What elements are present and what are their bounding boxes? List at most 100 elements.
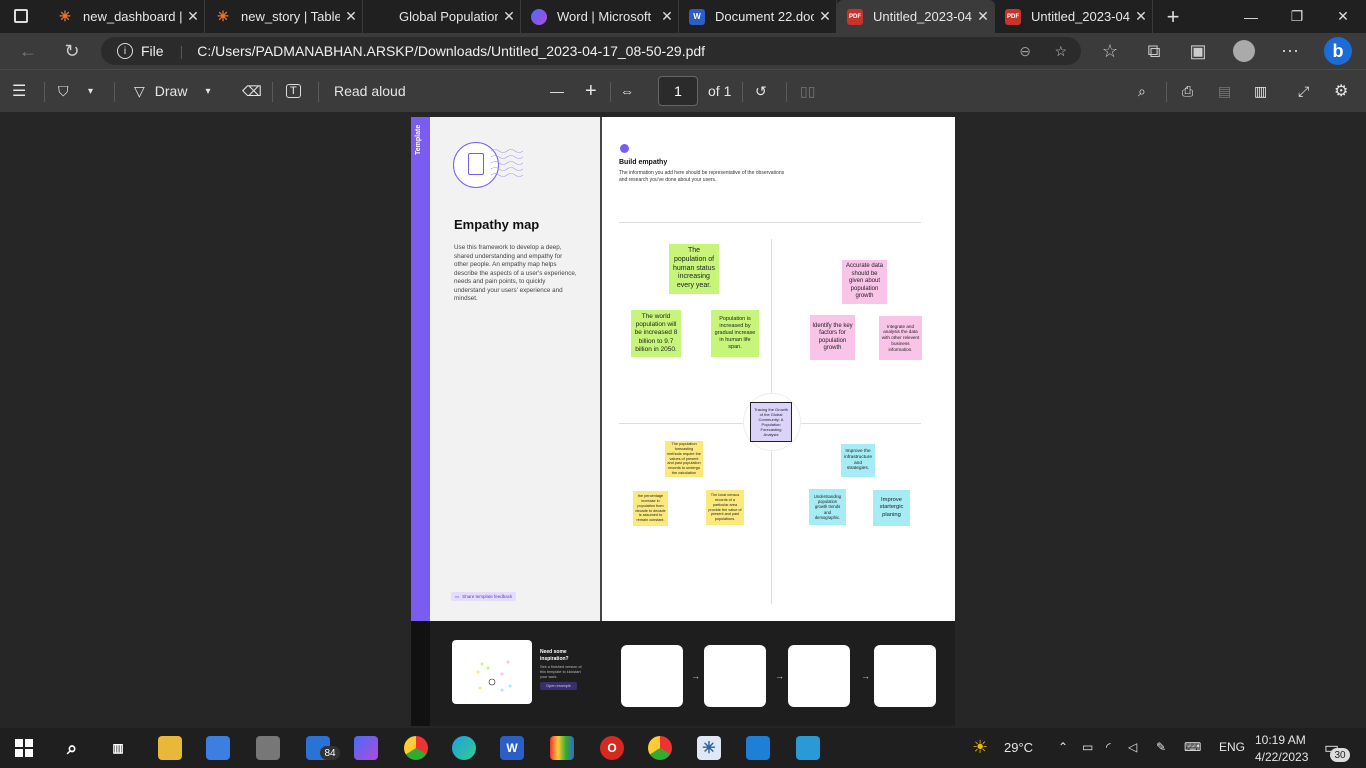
close-icon[interactable]: ✕	[814, 8, 836, 25]
clock-date[interactable]: 4/22/2023	[1255, 750, 1308, 764]
pdf-toolbar: ☰ ⛉ ▾ ▽ Draw ▾ ⌫ T Read aloud — + ⇔ of 1…	[0, 69, 1366, 112]
minimize-icon[interactable]: —	[1228, 0, 1274, 33]
opera-icon[interactable]: O	[600, 736, 624, 760]
volume-icon[interactable]: ◁	[1128, 740, 1137, 754]
store-icon[interactable]	[206, 736, 230, 760]
collections-icon[interactable]: ⧉	[1142, 39, 1166, 63]
section-title: Build empathy	[619, 159, 668, 166]
tab-bar: ✳ new_dashboard | ✕ ✳ new_story | Table …	[0, 0, 1366, 33]
search-icon[interactable]: ⌕	[1138, 80, 1146, 102]
url-field[interactable]: i File | C:/Users/PADMANABHAN.ARSKP/Down…	[101, 37, 1081, 65]
close-icon[interactable]: ✕	[1130, 8, 1152, 25]
sticky-note: Improve startergic planing	[873, 490, 910, 526]
save-icon[interactable]: ▤	[1218, 80, 1231, 102]
tab-title: new_dashboard |	[83, 9, 182, 24]
zoom-icon[interactable]: ⊖	[1019, 43, 1031, 60]
vscode-icon[interactable]	[746, 736, 770, 760]
keyboard-icon[interactable]: ⌨	[1184, 740, 1201, 754]
tab-title: Word | Microsoft	[557, 9, 652, 24]
settings-icon[interactable]: ⚙	[1334, 80, 1348, 102]
tab-document-22[interactable]: W Document 22.doc ✕	[679, 0, 837, 33]
avatar[interactable]	[1232, 39, 1256, 63]
search-icon[interactable]: ⌕	[60, 736, 84, 760]
close-window-icon[interactable]: ✕	[1320, 0, 1366, 33]
info-icon[interactable]: i	[117, 43, 133, 59]
chrome-icon[interactable]	[404, 736, 428, 760]
battery-icon[interactable]: ▭	[1082, 740, 1093, 754]
close-icon[interactable]: ✕	[972, 8, 994, 25]
back-icon[interactable]: ←	[16, 39, 40, 63]
tableau-icon[interactable]: ✳	[697, 736, 721, 760]
weather-icon[interactable]: ☀	[972, 737, 988, 758]
side-tab-label: Template	[415, 124, 422, 155]
eraser-icon[interactable]: ⌫	[242, 80, 262, 102]
page-total: of 1	[708, 83, 732, 99]
page-number-input[interactable]	[658, 76, 698, 106]
tableau-icon: ✳	[59, 8, 71, 24]
chrome-profile-icon[interactable]	[648, 736, 672, 760]
inspiration-text: See a finished version of this template …	[540, 665, 582, 679]
close-icon[interactable]: ✕	[340, 8, 362, 25]
pen-icon[interactable]: ✎	[1156, 740, 1166, 754]
tab-word-microsoft[interactable]: Word | Microsoft ✕	[521, 0, 679, 33]
save-as-icon[interactable]: ▥	[1254, 80, 1267, 102]
section-dot-icon	[620, 144, 629, 153]
file-explorer-icon[interactable]	[158, 736, 182, 760]
tab-global-population[interactable]: Global Population ✕	[363, 0, 521, 33]
print-icon[interactable]: ⎙	[1182, 80, 1193, 102]
draw-icon: ▽	[134, 82, 145, 99]
bing-icon[interactable]: b	[1324, 37, 1352, 65]
tab-untitled-pdf-active[interactable]: PDF Untitled_2023-04 ✕	[837, 0, 995, 33]
example-thumbnail[interactable]	[452, 640, 532, 704]
tab-title: Global Population	[399, 9, 498, 24]
favorites-icon[interactable]: ☆	[1098, 39, 1122, 63]
zoom-in-icon[interactable]: +	[585, 80, 597, 102]
chevron-up-icon[interactable]: ⌃	[1058, 740, 1068, 754]
fit-page-icon[interactable]: ⇔	[620, 80, 634, 102]
split-screen-icon[interactable]: ▣	[1186, 39, 1210, 63]
camera-icon[interactable]	[256, 736, 280, 760]
word-icon[interactable]: W	[500, 736, 524, 760]
copilot-icon[interactable]	[354, 736, 378, 760]
clock-time[interactable]: 10:19 AM	[1255, 733, 1306, 747]
favorite-add-icon[interactable]: ☆	[1054, 43, 1067, 60]
multicolor-app-icon[interactable]	[550, 736, 574, 760]
highlight-icon[interactable]: ⛉	[58, 80, 69, 102]
photos-icon[interactable]	[796, 736, 820, 760]
close-icon[interactable]: ✕	[656, 8, 678, 25]
tab-new-dashboard[interactable]: ✳ new_dashboard | ✕	[47, 0, 205, 33]
notification-badge: 30	[1330, 748, 1350, 762]
taskbar: ⌕ ▥ 84 W O ✳ ☀ 29°C ⌃ ▭ ◜ ◁ ✎ ⌨ ENG 10:1…	[0, 728, 1366, 768]
temperature[interactable]: 29°C	[1004, 740, 1033, 755]
refresh-icon[interactable]: ↻	[60, 39, 84, 63]
contents-icon[interactable]: ☰	[12, 80, 26, 102]
read-aloud-button[interactable]: Read aloud	[334, 80, 406, 102]
divider	[619, 222, 921, 223]
language-indicator[interactable]: ENG	[1219, 740, 1245, 754]
text-icon[interactable]: T	[286, 80, 301, 102]
wifi-icon[interactable]: ◜	[1106, 740, 1111, 754]
feedback-link[interactable]: ▭ Share template feedback	[451, 592, 517, 601]
zoom-out-icon[interactable]: —	[550, 80, 564, 102]
windows-start-icon[interactable]	[12, 736, 36, 760]
powerbi-icon	[373, 9, 389, 25]
edge-icon[interactable]	[452, 736, 476, 760]
close-icon[interactable]: ✕	[498, 8, 520, 25]
rotate-icon[interactable]: ↺	[755, 80, 767, 102]
more-icon[interactable]: ⋯	[1278, 39, 1302, 63]
task-view-icon[interactable]: ▥	[106, 736, 130, 760]
chevron-down-icon[interactable]: ▾	[88, 80, 93, 102]
tab-actions-icon[interactable]	[14, 9, 28, 23]
tab-title: Untitled_2023-04	[873, 9, 972, 24]
restore-icon[interactable]: ❐	[1274, 0, 1320, 33]
open-example-button[interactable]: Open example	[540, 682, 577, 690]
tab-new-story[interactable]: ✳ new_story | Table ✕	[205, 0, 363, 33]
new-tab-icon[interactable]: +	[1150, 0, 1196, 33]
close-icon[interactable]: ✕	[182, 8, 204, 25]
draw-button[interactable]: ▽ Draw ▾	[134, 80, 210, 102]
page-view-icon[interactable]: ▯▯	[800, 80, 815, 102]
tab-untitled-pdf[interactable]: PDF Untitled_2023-04 ✕	[995, 0, 1153, 33]
fullscreen-icon[interactable]: ⤢	[1298, 80, 1309, 102]
step-thumbnail-2	[704, 645, 766, 707]
tab-title: Document 22.doc	[715, 9, 814, 24]
